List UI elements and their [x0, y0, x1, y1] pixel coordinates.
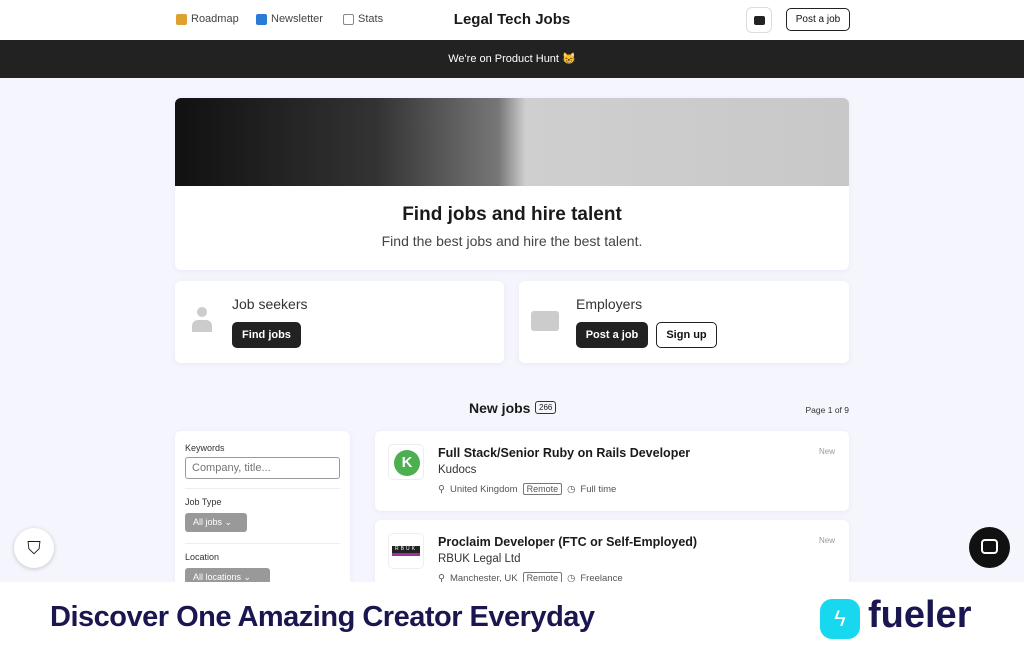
- chevron-down-icon: ⌄: [224, 517, 233, 527]
- new-badge: New: [818, 447, 835, 456]
- person-icon: [192, 307, 212, 333]
- location-label: Location: [185, 552, 220, 562]
- company-logo: RBUK: [388, 533, 424, 569]
- fueler-brand: fueler: [868, 594, 972, 636]
- job-title[interactable]: Proclaim Developer (FTC or Self-Employed…: [438, 535, 697, 549]
- chat-icon: [981, 539, 998, 554]
- keywords-label: Keywords: [185, 443, 225, 453]
- company-logo: K: [388, 444, 424, 480]
- post-job-button[interactable]: Post a job: [576, 322, 648, 348]
- job-seekers-card: Job seekers Find jobs: [175, 281, 504, 363]
- briefcase-icon: [531, 311, 559, 331]
- header: Roadmap Newsletter Stats Legal Tech Jobs…: [0, 0, 1024, 40]
- promo-footer[interactable]: Discover One Amazing Creator Everyday ϟ …: [0, 582, 1024, 666]
- filters-panel: Keywords Job Type All jobs ⌄ Location Al…: [175, 431, 350, 591]
- company-name: Kudocs: [438, 464, 477, 476]
- job-location: United Kingdom: [449, 483, 518, 495]
- privacy-shield-button[interactable]: ⛉: [14, 528, 54, 568]
- hero-image: [175, 98, 849, 186]
- page-indicator: Page 1 of 9: [805, 405, 849, 415]
- chat-button[interactable]: [969, 527, 1010, 568]
- job-card[interactable]: K Full Stack/Senior Ruby on Rails Develo…: [375, 431, 849, 511]
- new-jobs-heading: New jobs: [469, 400, 531, 416]
- hero-title: Find jobs and hire talent: [402, 204, 622, 225]
- employers-title: Employers: [576, 296, 643, 312]
- site-title[interactable]: Legal Tech Jobs: [0, 11, 1024, 28]
- jobs-button[interactable]: [746, 7, 772, 33]
- divider: [185, 488, 340, 489]
- product-hunt-banner[interactable]: We're on Product Hunt 😸: [0, 40, 1024, 78]
- divider: [185, 543, 340, 544]
- clock-icon: ◷: [567, 483, 576, 495]
- shield-icon: ⛉: [27, 538, 41, 558]
- job-type: Full time: [580, 483, 617, 495]
- job-type-label: Job Type: [185, 497, 222, 507]
- job-title[interactable]: Full Stack/Senior Ruby on Rails Develope…: [438, 446, 690, 460]
- chevron-down-icon: ⌄: [243, 572, 252, 582]
- post-job-button[interactable]: Post a job: [786, 8, 850, 31]
- promo-tagline: Discover One Amazing Creator Everyday: [50, 601, 595, 633]
- remote-tag: Remote: [522, 483, 563, 495]
- briefcase-icon: [754, 16, 765, 25]
- company-name: RBUK Legal Ltd: [438, 553, 521, 565]
- job-seekers-title: Job seekers: [232, 296, 308, 312]
- new-badge: New: [818, 536, 835, 545]
- hero-card: Find jobs and hire talent Find the best …: [175, 98, 849, 270]
- keywords-input[interactable]: [185, 457, 340, 479]
- find-jobs-button[interactable]: Find jobs: [232, 322, 301, 348]
- job-type-value: All jobs: [193, 517, 223, 527]
- employers-card: Employers Post a job Sign up: [519, 281, 849, 363]
- job-type-select[interactable]: All jobs ⌄: [185, 513, 247, 532]
- sign-up-button[interactable]: Sign up: [656, 322, 717, 348]
- location-pin-icon: ⚲: [438, 483, 445, 495]
- location-value: All locations: [193, 572, 242, 582]
- hero-subtitle: Find the best jobs and hire the best tal…: [381, 233, 643, 249]
- jobs-count-badge: 266: [535, 401, 557, 414]
- fueler-logo-icon: ϟ: [820, 599, 860, 639]
